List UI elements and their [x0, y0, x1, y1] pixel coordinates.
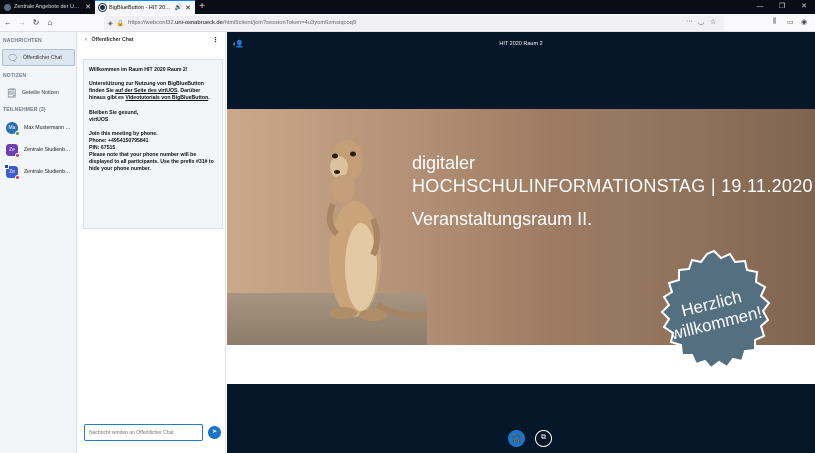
close-window-icon[interactable]: ✕ — [793, 0, 815, 14]
sidebar-item-label: Geteilte Notizen — [22, 89, 59, 96]
home-icon[interactable]: ⌂ — [44, 17, 56, 29]
close-tab-icon[interactable]: ✕ — [85, 3, 91, 11]
tab-zentrale-angebote[interactable]: Zentrale Angebote der Univers ✕ — [0, 0, 95, 14]
back-icon[interactable]: ← — [2, 17, 14, 29]
pocket-icon[interactable]: ◡ — [698, 18, 704, 26]
video-tutorials-link[interactable]: Videotutorials von BigBlueButton — [125, 95, 208, 101]
messages-section-title: NACHRICHTEN — [3, 38, 42, 44]
participant-item[interactable]: Ze Zentrale Studienber… — [2, 141, 75, 159]
url-text: https://webconf32.uni-osnabrueck.de/html… — [128, 20, 357, 26]
tab-bigbluebutton[interactable]: BigBlueButton - HIT 2020 R 🔊 ✕ — [95, 0, 195, 14]
close-tab-icon[interactable]: ✕ — [185, 4, 191, 12]
participant-name: Max Mustermann (Sie) — [24, 125, 72, 131]
avatar: Ma — [6, 122, 20, 136]
tab-label: Zentrale Angebote der Univers — [14, 4, 83, 10]
restore-icon[interactable]: ❐ — [771, 0, 793, 14]
participants-section-title: TEILNEHMER (3) — [3, 107, 46, 113]
meeting-title: HIT 2020 Raum 2 — [499, 41, 543, 47]
speaker-icon[interactable]: 🔊 — [175, 4, 182, 11]
muted-status-icon — [15, 153, 20, 158]
more-options-icon[interactable]: ⋮ — [212, 36, 219, 44]
presentation-slide: digitaler HOCHSCHULINFORMATIONSTAG | 19.… — [227, 109, 815, 384]
participant-item[interactable]: Ma Max Mustermann (Sie) — [2, 119, 75, 137]
sidebar-toggle-icon[interactable]: ▭ — [787, 18, 794, 26]
presentation-area: ‹👤 HIT 2020 Raum 2 digitaler HOCHSCHULIN… — [227, 32, 815, 453]
shield-icon[interactable]: ◈ — [108, 20, 113, 27]
notes-section-title: NOTIZEN — [3, 73, 27, 79]
greeting-text: Bleiben Sie gesund, virtUOS — [89, 109, 139, 123]
slide-line-digitaler: digitaler — [412, 153, 476, 173]
library-icon[interactable]: ⫼ — [773, 18, 776, 26]
chat-title: Öffentlicher Chat — [91, 37, 134, 43]
browser-tab-bar: Zentrale Angebote der Univers ✕ BigBlueB… — [0, 0, 815, 14]
lock-icon[interactable]: 🔒 — [117, 20, 124, 27]
minimize-icon[interactable]: — — [749, 0, 771, 14]
virtuos-link[interactable]: auf der Seite des virtUOS — [115, 88, 177, 94]
slide-line-veranstaltungsraum: Veranstaltungsraum II. — [412, 209, 593, 229]
reload-icon[interactable]: ↻ — [30, 17, 42, 29]
phone-info: Join this meeting by phone. Phone: +49541… — [89, 130, 214, 173]
bbb-favicon-icon — [99, 4, 106, 11]
screen-share-button[interactable]: ⧉ — [535, 430, 552, 447]
welcome-message: Willkommen im Raum HIT 2020 Raum 2! Unte… — [83, 59, 223, 229]
tab-label: BigBlueButton - HIT 2020 R — [109, 4, 173, 11]
bbb-app: NACHRICHTEN 🗨 Öffentlicher Chat NOTIZEN … — [0, 32, 815, 453]
avatar: Ze — [6, 144, 20, 158]
sidebar-item-public-chat[interactable]: 🗨 Öffentlicher Chat — [2, 49, 75, 66]
avatar: Ze — [4, 164, 20, 180]
address-bar[interactable]: ◈ 🔒 https://webconf32.uni-osnabrueck.de/… — [104, 16, 724, 30]
chat-message-input[interactable] — [84, 424, 203, 441]
sidebar-item-shared-notes[interactable]: 🗒 Geteilte Notizen — [2, 84, 75, 101]
site-favicon-icon — [4, 3, 11, 11]
audio-headphone-button[interactable]: 🎧 — [508, 430, 525, 447]
participant-name: Zentrale Studienber… — [24, 147, 72, 153]
muted-status-icon — [15, 175, 20, 180]
presenter-icon — [4, 164, 9, 169]
welcome-text: Willkommen im Raum HIT 2020 Raum 2! — [89, 67, 188, 73]
chat-header[interactable]: ‹ Öffentlicher Chat — [85, 37, 134, 43]
participant-item[interactable]: Ze Zentrale Studienber… — [2, 163, 75, 181]
new-tab-button[interactable]: + — [197, 0, 207, 14]
page-actions-icon[interactable]: ··· — [686, 18, 693, 25]
notes-icon: 🗒 — [6, 87, 18, 98]
send-message-button[interactable]: ➤ — [208, 426, 221, 439]
slide-line-hochschulinformationstag: HOCHSCHULINFORMATIONSTAG | 19.11.2020 — [412, 176, 813, 196]
forward-icon[interactable]: → — [16, 17, 28, 29]
support-text: Unterstützung zur Nutzung von BigBlueBut… — [89, 81, 210, 102]
welcome-badge: Herzlich willkommen! — [649, 249, 779, 379]
microphone-status-icon — [15, 131, 20, 136]
bookmark-star-icon[interactable]: ☆ — [710, 18, 716, 26]
browser-nav-bar: ← → ↻ ⌂ ◈ 🔒 https://webconf32.uni-osnabr… — [0, 14, 815, 32]
sidebar-item-label: Öffentlicher Chat — [23, 54, 62, 61]
extension-icon[interactable]: ◉ — [801, 18, 807, 26]
participant-name: Zentrale Studienber… — [24, 169, 72, 175]
public-chat-panel: ‹ Öffentlicher Chat ⋮ Willkommen im Raum… — [78, 32, 226, 453]
chat-icon: 🗨 — [7, 52, 19, 63]
user-list-sidebar: NACHRICHTEN 🗨 Öffentlicher Chat NOTIZEN … — [0, 32, 77, 453]
chevron-left-icon[interactable]: ‹ — [85, 37, 87, 43]
